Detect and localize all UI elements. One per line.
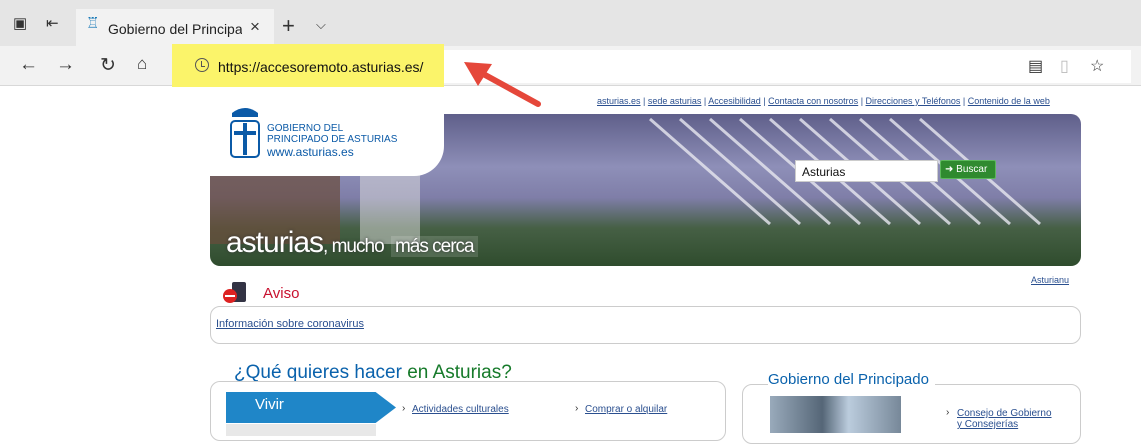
set-aside-tabs-icon[interactable]: ⇤ <box>46 14 59 32</box>
top-link[interactable]: Accesibilidad <box>708 96 761 106</box>
refresh-icon[interactable]: ↻ <box>100 54 116 77</box>
forward-icon[interactable]: → <box>56 54 75 76</box>
chevron-right-icon: › <box>575 403 579 414</box>
search-button[interactable]: ➜ Buscar <box>940 160 996 179</box>
aviso-title: Aviso <box>263 285 300 302</box>
slogan-part: , mucho <box>323 236 385 257</box>
government-heading: Gobierno del Principado <box>768 371 935 388</box>
book-icon: ▯ <box>1060 58 1069 75</box>
next-tab[interactable] <box>226 424 376 436</box>
tab-close-button[interactable]: × <box>250 17 260 37</box>
site-favicon: ♖ <box>86 15 100 32</box>
language-link[interactable]: Asturianu <box>1031 275 1069 285</box>
chevron-right-icon: › <box>946 407 950 418</box>
tab-title: Gobierno del Principado <box>108 21 242 37</box>
chevron-right-icon: › <box>402 403 406 414</box>
heading-part: ¿Qué quieres hacer <box>234 362 408 383</box>
asturias-crest-logo[interactable] <box>228 103 262 161</box>
slogan-part: más cerca <box>390 236 478 257</box>
clock-icon <box>195 58 209 72</box>
banner-slogan: asturias, mucho más cerca <box>226 226 478 260</box>
red-arrow-annotation <box>464 62 541 107</box>
vivir-tab[interactable] <box>226 392 396 423</box>
tab-list-button[interactable]: ⌵ <box>316 17 326 33</box>
favorite-star-icon[interactable]: ☆ <box>1090 56 1104 76</box>
search-input[interactable]: Asturias <box>795 160 938 182</box>
url-text[interactable]: https://accesoremoto.asturias.es/ <box>218 59 423 75</box>
logo-title: GOBIERNO DEL PRINCIPADO DE ASTURIAS <box>267 123 397 145</box>
activities-link[interactable]: Actividades culturales <box>412 404 509 415</box>
logo-line-1: GOBIERNO DEL <box>267 123 344 134</box>
home-icon[interactable]: ⌂ <box>137 54 147 74</box>
logo-url[interactable]: www.asturias.es <box>267 145 354 159</box>
coronavirus-link[interactable]: Información sobre coronavirus <box>216 318 364 330</box>
council-link-line: Consejo de Gobierno <box>957 408 1052 419</box>
search-button-label: Buscar <box>956 164 988 175</box>
new-tab-button[interactable]: + <box>282 13 295 39</box>
reading-view-icon[interactable]: ▤ <box>1028 56 1043 76</box>
top-link[interactable]: Direcciones y Teléfonos <box>866 96 961 106</box>
top-link[interactable]: Contacta con nosotros <box>768 96 858 106</box>
top-links: asturias.es | sede asturias | Accesibili… <box>597 96 1050 106</box>
government-image[interactable] <box>770 396 901 433</box>
slogan-part: asturias <box>226 226 324 259</box>
top-link[interactable]: sede asturias <box>648 96 702 106</box>
tab-preview-icon[interactable]: ▣ <box>13 14 27 32</box>
vivir-label: Vivir <box>255 396 284 413</box>
logo-line-2: PRINCIPADO DE ASTURIAS <box>267 134 398 145</box>
back-icon[interactable]: ← <box>19 54 38 76</box>
council-link-line: y Consejerías <box>957 419 1019 430</box>
top-link[interactable]: asturias.es <box>597 96 641 106</box>
megaphone-icon <box>223 282 246 303</box>
top-link[interactable]: Contenido de la web <box>968 96 1050 106</box>
buy-rent-link[interactable]: Comprar o alquilar <box>585 404 667 415</box>
heading-part: en Asturias? <box>407 362 512 383</box>
council-link[interactable]: Consejo de Gobierno y Consejerías <box>957 408 1052 430</box>
